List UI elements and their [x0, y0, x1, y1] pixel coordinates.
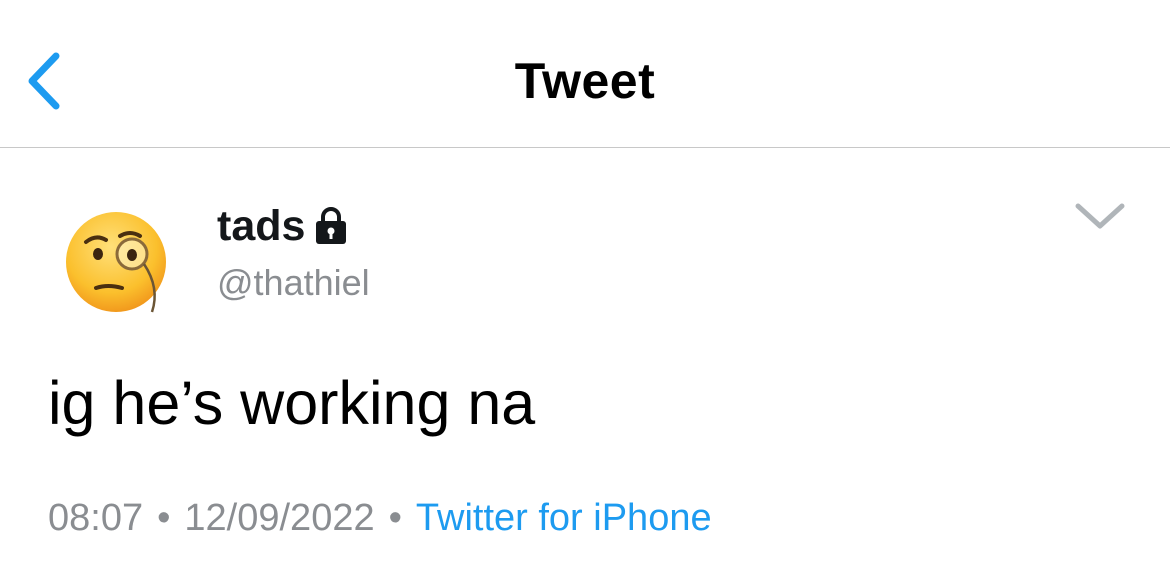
top-bar: Tweet [0, 0, 1170, 148]
lock-icon [316, 207, 347, 244]
chevron-down-icon [1075, 203, 1125, 229]
tweet-date: 12/09/2022 [184, 497, 375, 539]
avatar[interactable] [64, 208, 176, 320]
display-name[interactable]: tads [217, 202, 305, 251]
tweet-menu-button[interactable] [1072, 196, 1128, 238]
author-row[interactable]: tads [217, 198, 349, 254]
tweet-metadata: 08:07 • 12/09/2022 • Twitter for iPhone [48, 497, 712, 540]
separator-dot: • [388, 497, 402, 539]
tweet-source-link[interactable]: Twitter for iPhone [416, 497, 712, 540]
tweet-time: 08:07 [48, 497, 144, 539]
face-with-monocle-emoji [66, 212, 166, 313]
tweet-text: ig he’s working na [48, 369, 536, 437]
separator-dot: • [157, 497, 171, 539]
user-handle[interactable]: @thathiel [217, 262, 370, 304]
page-title: Tweet [514, 53, 656, 109]
